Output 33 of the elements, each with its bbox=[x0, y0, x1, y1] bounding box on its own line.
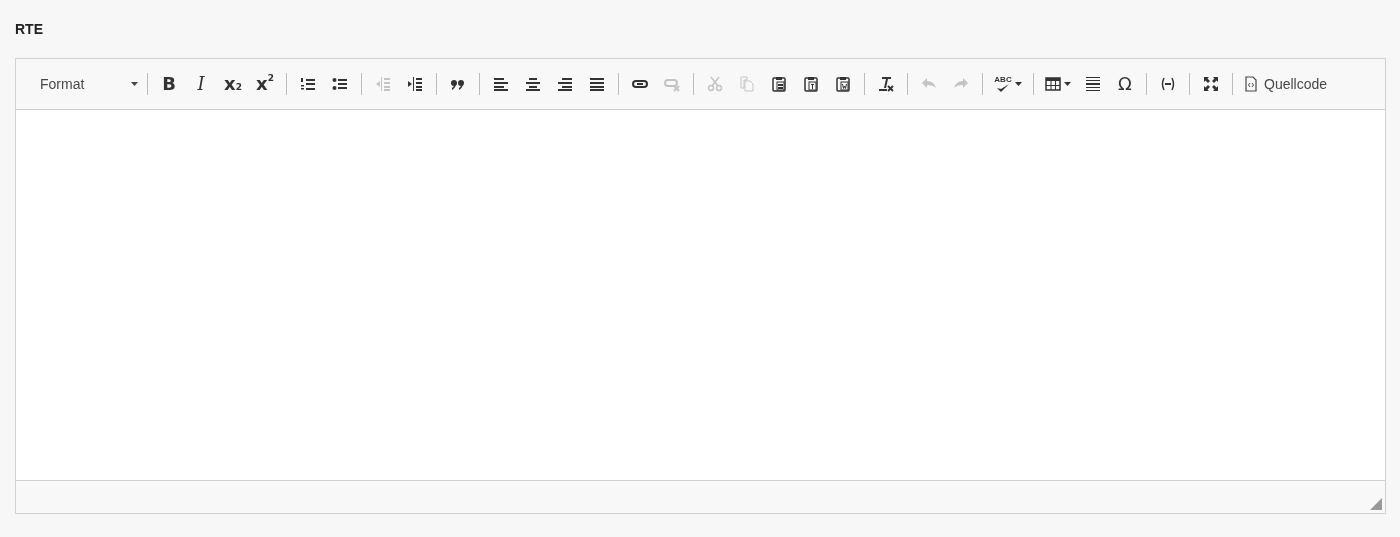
scissors-icon bbox=[707, 76, 723, 92]
horizontal-rule-icon bbox=[1085, 76, 1101, 92]
unlink-icon bbox=[664, 76, 680, 92]
align-justify-icon bbox=[589, 76, 605, 92]
clipboard-icon bbox=[835, 76, 851, 92]
spellcheck-button[interactable]: ABC bbox=[991, 71, 1025, 97]
source-code-icon bbox=[1243, 76, 1259, 92]
format-dropdown[interactable]: Format bbox=[30, 71, 142, 97]
caret-icon bbox=[1064, 82, 1071, 86]
align-center-icon bbox=[525, 76, 541, 92]
align-right-icon bbox=[557, 76, 573, 92]
caret-icon bbox=[1014, 82, 1022, 86]
table-icon bbox=[1045, 76, 1061, 92]
italic-button[interactable]: I bbox=[187, 71, 215, 97]
caret-icon bbox=[131, 82, 138, 86]
subscript-button[interactable]: x2 bbox=[219, 71, 247, 97]
field-label: RTE bbox=[15, 20, 44, 38]
outdent-icon bbox=[375, 76, 391, 92]
placeholder-icon bbox=[1160, 76, 1176, 92]
maximize-icon bbox=[1203, 76, 1219, 92]
copy-icon bbox=[739, 76, 755, 92]
special-character-button[interactable]: Ω bbox=[1111, 71, 1139, 97]
clear-formatting-icon bbox=[878, 76, 894, 92]
clipboard-icon bbox=[803, 76, 819, 92]
numbered-list-icon bbox=[300, 76, 316, 92]
resize-grip-icon[interactable] bbox=[1370, 498, 1382, 510]
clipboard-icon bbox=[771, 76, 787, 92]
indent-icon bbox=[407, 76, 423, 92]
bulleted-list-icon bbox=[332, 76, 348, 92]
bold-button[interactable]: B bbox=[155, 71, 183, 97]
align-left-icon bbox=[493, 76, 509, 92]
checkmark-icon bbox=[997, 84, 1009, 92]
source-button[interactable]: Quellcode bbox=[1238, 71, 1333, 97]
